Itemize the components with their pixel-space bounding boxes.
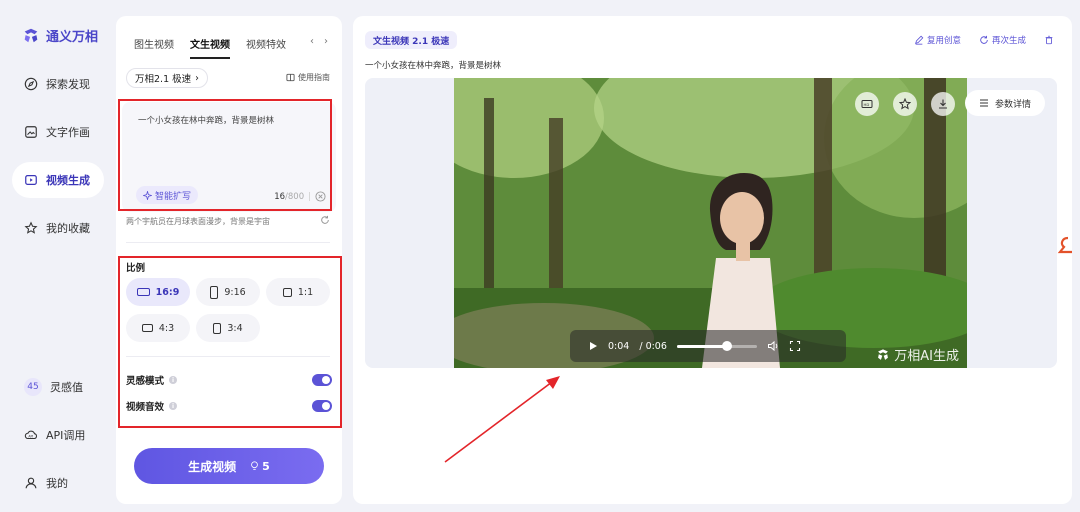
volume-icon[interactable] [767, 340, 779, 352]
book-icon [286, 73, 295, 82]
guide-label: 使用指南 [298, 73, 330, 82]
video-icon [25, 175, 37, 185]
brand-name: 通义万相 [46, 30, 99, 45]
wanxiang-logo-icon [878, 348, 889, 360]
reuse-idea-label: 复用创意 [926, 36, 961, 46]
side-floating-badge-icon[interactable] [1056, 234, 1080, 262]
nav-item-profile[interactable]: 我的 [12, 465, 104, 501]
result-actions: 复用创意 再次生成 [914, 34, 1054, 46]
hd-button[interactable]: HD [855, 92, 879, 116]
nav-item-label: API调用 [46, 429, 86, 442]
trash-icon [1045, 35, 1053, 45]
nav-item-favorites[interactable]: 我的收藏 [12, 210, 104, 246]
refresh-icon[interactable] [320, 215, 330, 225]
nav-item-label: 我的 [46, 477, 68, 490]
generate-video-button[interactable]: 生成视频 5 [134, 448, 324, 484]
progress-bar[interactable] [676, 340, 757, 351]
reuse-idea-button[interactable]: 复用创意 [914, 34, 961, 46]
tab-arrows: ‹ › [310, 36, 328, 47]
compass-icon [24, 77, 38, 91]
fullscreen-icon[interactable] [789, 340, 801, 352]
annotation-box-settings [118, 256, 342, 428]
params-label: 参数详情 [994, 99, 1031, 110]
brand-logo[interactable]: 通义万相 [22, 26, 98, 45]
progress-knob[interactable] [721, 340, 732, 351]
regenerate-button[interactable]: 再次生成 [979, 34, 1026, 46]
result-model-tag: 文生视频 2.1 极速 [365, 31, 458, 49]
star-icon [24, 221, 38, 234]
menu-icon [979, 99, 988, 107]
params-detail-button[interactable]: 参数详情 [964, 90, 1045, 116]
generate-label: 生成视频 [188, 459, 237, 474]
time-total: / 0:06 [639, 340, 667, 352]
regenerate-icon [980, 35, 988, 44]
nav-item-explore[interactable]: 探索发现 [12, 66, 104, 102]
star-icon [899, 98, 911, 110]
annotation-box-prompt [118, 99, 332, 211]
nav-item-text-to-image[interactable]: 文字作画 [12, 114, 104, 150]
credits-label: 灵感值 [50, 381, 83, 394]
bulb-icon [251, 461, 259, 470]
model-name: 万相2.1 极速 [135, 74, 192, 85]
nav-item-credits[interactable]: 45 灵感值 [12, 369, 104, 405]
nav-item-label: 我的收藏 [46, 222, 90, 235]
divider [126, 242, 330, 243]
watermark-text: 万相AI生成 [894, 349, 959, 364]
nav-item-video-generation[interactable]: 视频生成 [12, 162, 104, 198]
video-preview-area: HD 0:04 / 0:06 万相AI生成 参数详情 [365, 78, 1057, 368]
progress-fill [676, 344, 727, 348]
regenerate-label: 再次生成 [991, 36, 1026, 46]
prompt-suggestion[interactable]: 两个宇航员在月球表面漫步，背景是宇宙 [126, 216, 270, 227]
tab-image-to-video[interactable]: 图生视频 [134, 36, 174, 59]
nav-item-label: 文字作画 [46, 126, 90, 139]
download-button[interactable] [931, 92, 955, 116]
mode-tabs: 图生视频 文生视频 视频特效 [134, 36, 286, 59]
svg-text:HD: HD [864, 102, 870, 107]
result-prompt: 一个小女孩在林中奔跑，背景是树林 [365, 61, 502, 71]
chevron-right-icon[interactable]: › [324, 36, 328, 47]
hd-icon: HD [861, 100, 873, 108]
video-still [454, 78, 967, 368]
delete-button[interactable] [1044, 34, 1054, 46]
nav-rail: 通义万相 探索发现 文字作画 视频生成 我的收藏 45 灵感值 API API调… [0, 0, 110, 512]
svg-text:API: API [28, 434, 33, 438]
download-icon [939, 99, 947, 109]
usage-guide-link[interactable]: 使用指南 [286, 72, 330, 83]
chevron-right-icon: › [195, 72, 199, 84]
video-controls: 0:04 / 0:06 [570, 330, 846, 362]
wanxiang-logo-icon [24, 28, 38, 42]
model-selector[interactable]: 万相2.1 极速 › [126, 68, 208, 88]
nav-item-api[interactable]: API API调用 [12, 417, 104, 453]
favorite-button[interactable] [893, 92, 917, 116]
ai-watermark: 万相AI生成 [876, 345, 959, 364]
tab-video-effects[interactable]: 视频特效 [246, 36, 286, 59]
play-icon[interactable] [588, 341, 598, 351]
nav-item-label: 视频生成 [46, 174, 90, 187]
result-area: 文生视频 2.1 极速 复用创意 再次生成 一个小女孩在林中奔跑，背景是树林 H… [353, 16, 1072, 504]
time-current: 0:04 [608, 340, 630, 352]
edit-icon [914, 35, 924, 45]
generate-cost: 5 [250, 460, 270, 473]
tab-text-to-video[interactable]: 文生视频 [190, 36, 230, 59]
api-cloud-icon: API [24, 430, 38, 440]
nav-item-label: 探索发现 [46, 78, 90, 91]
video-player[interactable]: HD 0:04 / 0:06 万相AI生成 [454, 78, 967, 368]
credits-value: 45 [24, 378, 42, 396]
image-icon [25, 126, 37, 138]
chevron-left-icon[interactable]: ‹ [310, 36, 314, 47]
generate-cost-value: 5 [262, 459, 270, 473]
user-icon [25, 477, 37, 489]
